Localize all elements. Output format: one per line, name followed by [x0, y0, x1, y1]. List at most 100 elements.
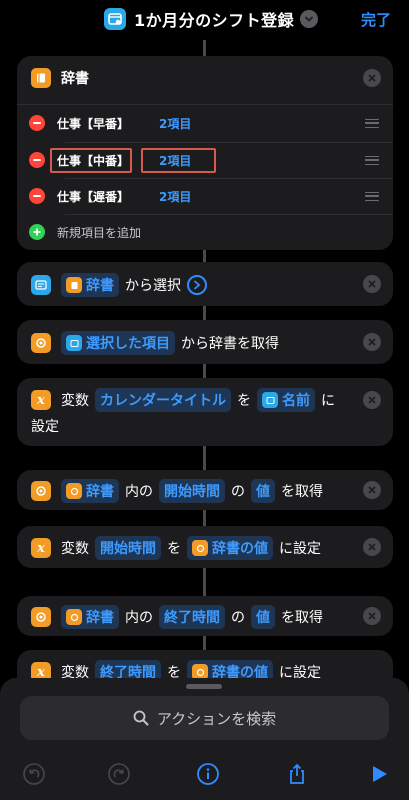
delete-action-button[interactable]: [363, 333, 381, 351]
chevron-down-icon[interactable]: [300, 10, 319, 28]
variable-name-token[interactable]: 開始時間: [95, 536, 161, 560]
reorder-handle-icon[interactable]: [365, 155, 379, 165]
dictionary-variable-token[interactable]: 辞書: [61, 273, 119, 297]
token-label: 辞書: [86, 278, 114, 294]
action-text: を取得: [281, 610, 323, 626]
name-token[interactable]: 名前: [257, 388, 315, 412]
list-icon: [262, 392, 278, 408]
set-variable-action-card[interactable]: x 変数 開始時間 を 辞書の値 に設定: [17, 526, 393, 568]
choose-from-action-card[interactable]: 辞書 から選択: [17, 262, 393, 306]
dictionary-token[interactable]: 辞書: [61, 479, 119, 503]
action-text: 変数: [61, 541, 89, 557]
variable-name-token[interactable]: カレンダータイトル: [95, 388, 231, 412]
dictionary-icon: [66, 483, 82, 499]
action-text: 内の: [125, 484, 153, 500]
item-value[interactable]: 2項目: [159, 115, 191, 132]
key-token[interactable]: 終了時間: [159, 605, 225, 629]
remove-item-icon[interactable]: [29, 188, 45, 204]
remove-item-icon[interactable]: [29, 115, 45, 131]
get-dictionary-icon: [31, 607, 51, 627]
key-token[interactable]: 開始時間: [159, 479, 225, 503]
token-label: 辞書: [86, 610, 114, 626]
flow-connector: [203, 636, 206, 650]
action-text: の: [231, 484, 245, 500]
close-icon: [368, 543, 376, 551]
add-item-row[interactable]: 新規項目を追加: [17, 214, 393, 250]
variable-x-icon: x: [31, 538, 51, 558]
flow-connector: [203, 510, 206, 526]
value-token[interactable]: 値: [251, 479, 275, 503]
action-line: 辞書 内の 開始時間 の 値 を取得: [31, 479, 329, 503]
action-line: 辞書 から選択: [31, 273, 207, 297]
delete-action-button[interactable]: [363, 275, 381, 293]
item-value[interactable]: 2項目: [159, 188, 191, 205]
flow-connector: [203, 568, 206, 596]
token-label: 選択した項目: [86, 336, 170, 352]
highlight-box: [141, 148, 216, 173]
action-text: に: [321, 393, 335, 409]
action-line: x 変数 開始時間 を 辞書の値 に設定: [31, 536, 327, 560]
action-text: を: [167, 541, 181, 557]
delete-action-button[interactable]: [363, 607, 381, 625]
flow-connector: [203, 446, 206, 470]
item-key[interactable]: 仕事【遅番】: [57, 188, 129, 205]
delete-action-button[interactable]: [363, 69, 381, 87]
flow-connector: [203, 306, 206, 320]
flow-connector: [203, 250, 206, 262]
close-icon: [368, 74, 376, 82]
action-line: 選択した項目 から辞書を取得: [31, 331, 285, 355]
get-value-action-card[interactable]: 辞書 内の 開始時間 の 値 を取得: [17, 470, 393, 510]
add-item-label[interactable]: 新規項目を追加: [57, 224, 141, 241]
dictionary-icon: [192, 540, 208, 556]
action-text: の: [231, 610, 245, 626]
sheet-grabber[interactable]: [186, 684, 222, 689]
dictionary-token[interactable]: 辞書: [61, 605, 119, 629]
remove-item-icon[interactable]: [29, 152, 45, 168]
close-icon: [368, 338, 376, 346]
close-icon: [368, 396, 376, 404]
close-icon: [368, 612, 376, 620]
shortcut-title-menu[interactable]: 1か月分のシフト登録: [104, 6, 319, 32]
highlight-box: [50, 148, 132, 173]
redo-button[interactable]: [105, 760, 133, 788]
value-token[interactable]: 値: [251, 605, 275, 629]
action-text: 変数: [61, 393, 89, 409]
run-button[interactable]: [365, 760, 393, 788]
token-label: 辞書: [86, 484, 114, 500]
action-text: 内の: [125, 610, 153, 626]
action-text: から辞書を取得: [181, 336, 279, 352]
get-value-action-card[interactable]: 辞書 内の 終了時間 の 値 を取得: [17, 596, 393, 636]
dictionary-icon: [31, 68, 51, 88]
search-placeholder: アクションを検索: [156, 709, 277, 728]
nav-bar: 1か月分のシフト登録 完了: [0, 0, 409, 40]
dictionary-item-row[interactable]: 仕事【遅番】 2項目: [17, 178, 393, 214]
delete-action-button[interactable]: [363, 538, 381, 556]
choose-list-icon: [31, 275, 51, 295]
undo-button[interactable]: [20, 760, 48, 788]
get-dictionary-action-card[interactable]: 選択した項目 から辞書を取得: [17, 320, 393, 364]
shortcut-title: 1か月分のシフト登録: [134, 11, 295, 30]
share-button[interactable]: [283, 760, 311, 788]
flow-connector: [203, 40, 206, 56]
action-search-sheet: アクションを検索: [0, 678, 409, 800]
dictionary-value-token[interactable]: 辞書の値: [187, 536, 273, 560]
shortcut-app-icon: [104, 8, 126, 30]
add-item-icon[interactable]: [29, 224, 45, 240]
dictionary-action-card[interactable]: 辞書 仕事【早番】 2項目 仕事【中番】 2項目 仕事【遅番】 2項目 新規項目…: [17, 56, 393, 250]
delete-action-button[interactable]: [363, 481, 381, 499]
reorder-handle-icon[interactable]: [365, 191, 379, 201]
reorder-handle-icon[interactable]: [365, 118, 379, 128]
dictionary-item-row[interactable]: 仕事【早番】 2項目: [17, 105, 393, 141]
item-key[interactable]: 仕事【早番】: [57, 115, 129, 132]
expand-chevron-icon[interactable]: [187, 275, 207, 295]
action-text: から選択: [125, 278, 181, 294]
done-button[interactable]: 完了: [361, 9, 391, 30]
info-button[interactable]: [194, 760, 222, 788]
action-search-field[interactable]: アクションを検索: [20, 696, 389, 740]
set-variable-action-card[interactable]: x 変数 カレンダータイトル を 名前 に 設定: [17, 378, 393, 446]
close-icon: [368, 486, 376, 494]
delete-action-button[interactable]: [363, 391, 381, 409]
dictionary-header: 辞書: [31, 68, 95, 88]
selected-item-token[interactable]: 選択した項目: [61, 331, 175, 355]
search-icon: [133, 710, 149, 726]
